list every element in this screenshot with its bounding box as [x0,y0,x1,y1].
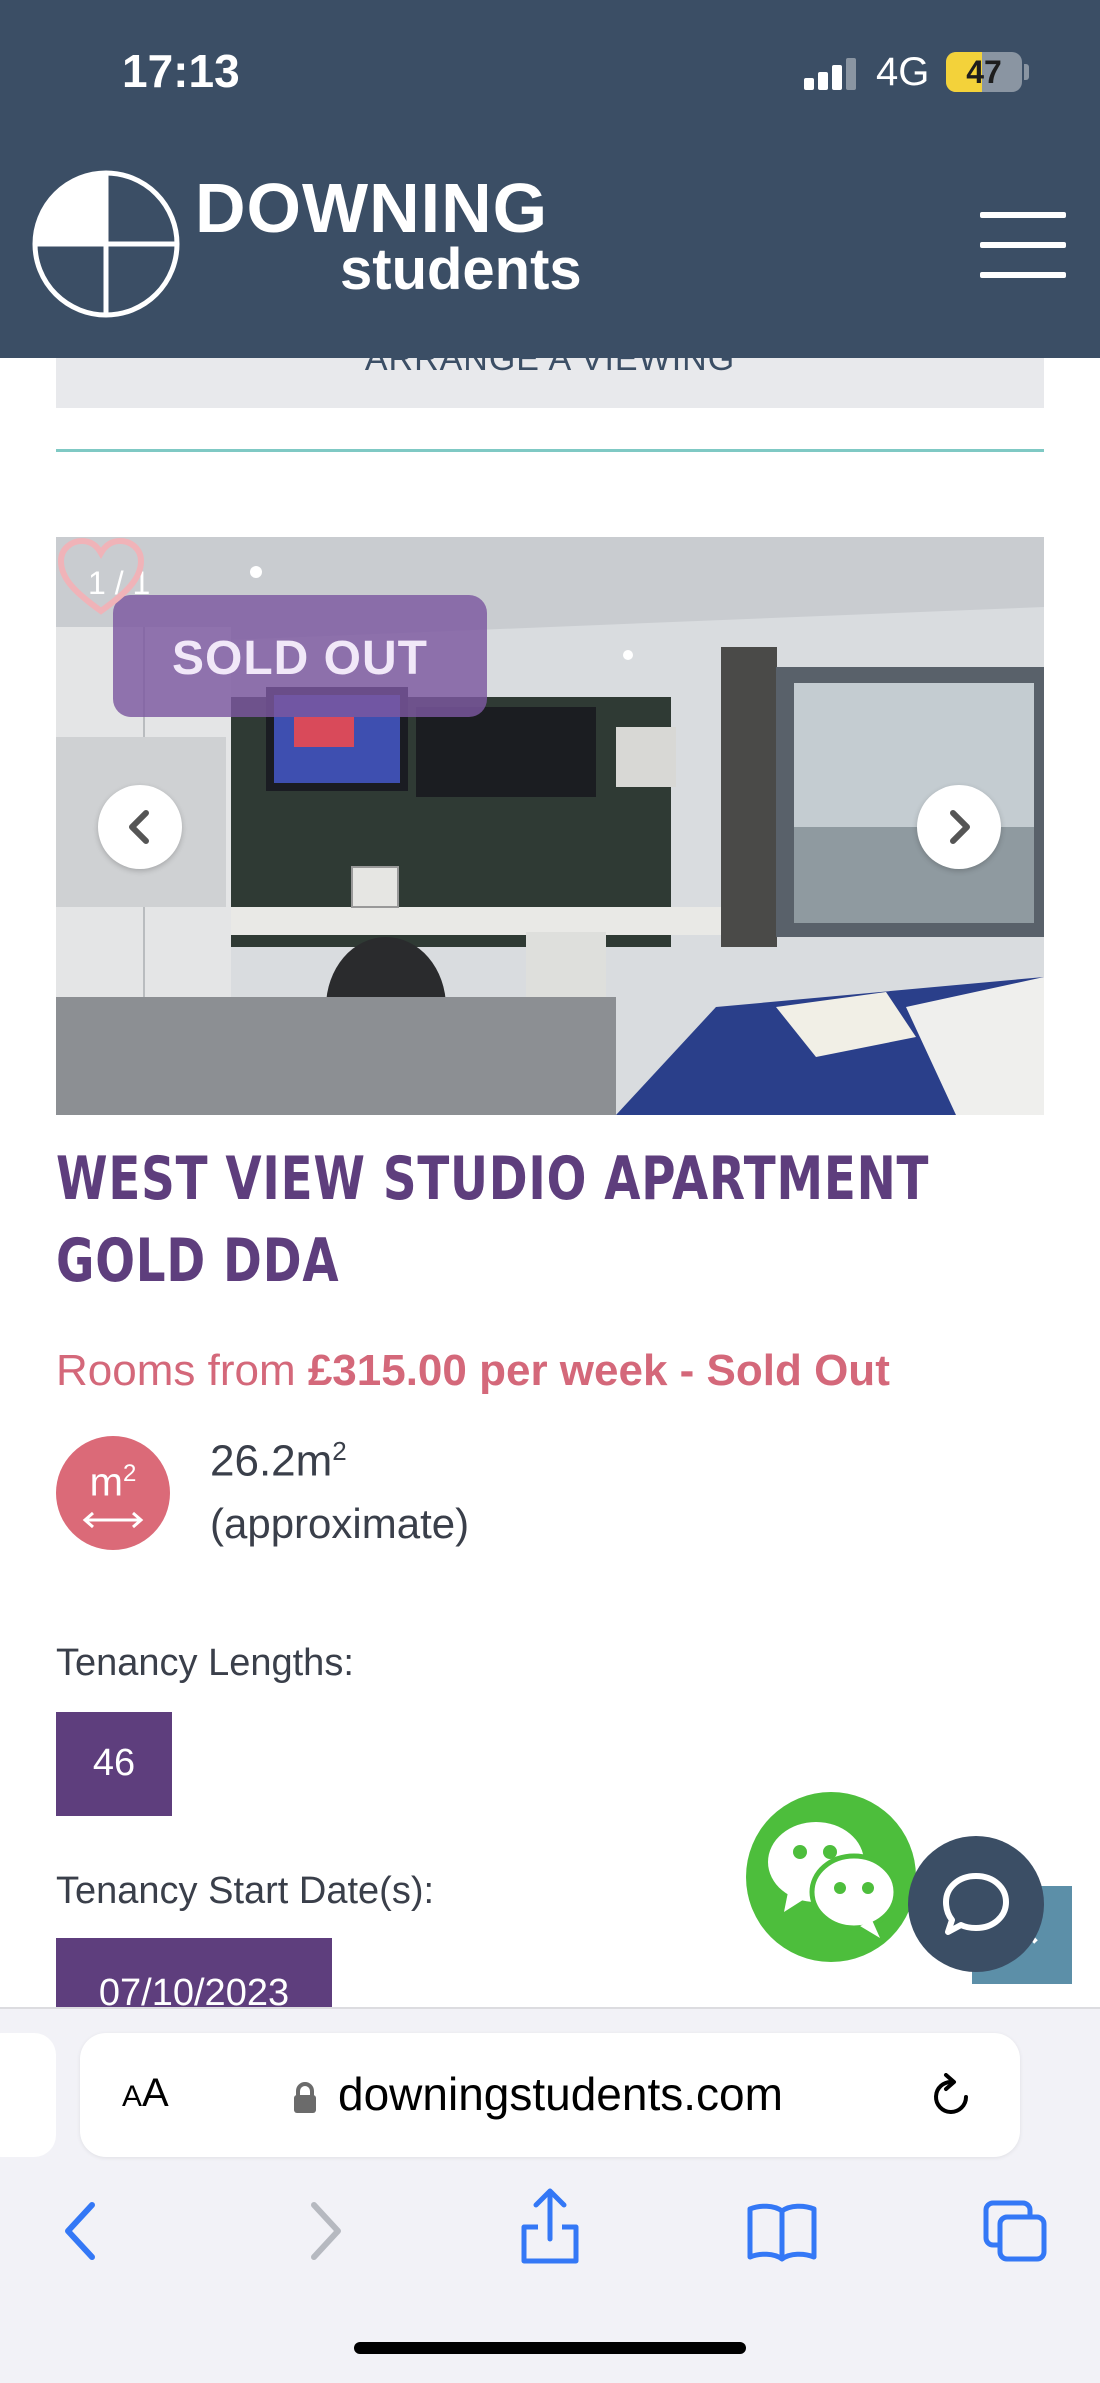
site-header: 17:13 4G 47 DOWNING students [0,0,1100,358]
downing-logo-icon[interactable] [30,168,182,320]
share-icon[interactable] [518,2187,582,2267]
floor-area-note: (approximate) [210,1500,470,1547]
floor-area-icon-sup: 2 [122,1460,137,1487]
favorite-heart-icon[interactable] [56,537,146,617]
double-arrow-icon [82,1511,144,1529]
tabs-icon[interactable] [982,2199,1048,2263]
tenancy-start-date-value: 07/10/2023 [98,1972,290,2008]
cellular-signal-icon [804,56,860,90]
address-bar[interactable]: AA downingstudents.com [80,2033,1020,2157]
text-size-large: A [142,2071,169,2115]
wechat-button[interactable] [746,1792,916,1962]
text-size-small: A [122,2080,143,2113]
sold-out-badge: SOLD OUT [113,595,487,717]
floor-area-icon-label: m [89,1460,123,1505]
tenancy-start-date-option[interactable]: 07/10/2023 [56,1938,332,2008]
battery-icon: 47 [946,52,1022,92]
sold-out-label: SOLD OUT [172,632,428,685]
text-size-button[interactable]: AA [122,2071,169,2116]
price-line: Rooms from £315.00 per week - Sold Out [56,1346,890,1396]
section-divider [56,449,1044,452]
price-prefix: Rooms from [56,1346,308,1395]
home-indicator [354,2342,746,2354]
lock-icon [294,2082,316,2113]
bookmarks-icon[interactable] [746,2199,818,2263]
gallery-next-button[interactable] [917,785,1001,869]
forward-arrow-icon[interactable] [298,2199,348,2263]
status-time: 17:13 [122,45,240,97]
tenancy-length-option[interactable]: 46 [56,1712,172,1816]
battery-tip [1024,64,1029,80]
floor-area-icon: m2 [56,1436,170,1550]
tenancy-lengths-label: Tenancy Lengths: [56,1642,354,1684]
chevron-left-icon [129,810,149,844]
safari-toolbar: AA downingstudents.com [0,2007,1100,2383]
floor-area-number: 26.2m [210,1436,333,1486]
network-type: 4G [876,50,930,94]
tenancy-length-value: 46 [92,1742,136,1784]
room-photo-gallery[interactable]: 1 / 1 SOLD OUT [56,537,1044,1115]
brand-name-line2[interactable]: students [340,236,582,303]
price-value: £315.00 per week - Sold Out [307,1346,890,1395]
wechat-icon [768,1822,899,1938]
gallery-prev-button[interactable] [98,785,182,869]
url-text[interactable]: downingstudents.com [338,2067,783,2121]
live-chat-button[interactable] [908,1836,1044,1972]
back-arrow-icon[interactable] [58,2199,108,2263]
chevron-right-icon [950,810,970,844]
floor-area-sup: 2 [332,1436,347,1466]
floor-area-value: 26.2m2 [210,1436,347,1487]
battery-level: 47 [966,54,1002,90]
previous-tab-peek[interactable] [0,2033,56,2157]
chat-bubble-icon [943,1873,1009,1935]
tenancy-start-label: Tenancy Start Date(s): [56,1870,435,1912]
listing-title: WEST VIEW STUDIO APARTMENT GOLD DDA [56,1144,930,1296]
reload-icon[interactable] [930,2073,974,2119]
hamburger-menu-icon[interactable] [980,212,1066,280]
